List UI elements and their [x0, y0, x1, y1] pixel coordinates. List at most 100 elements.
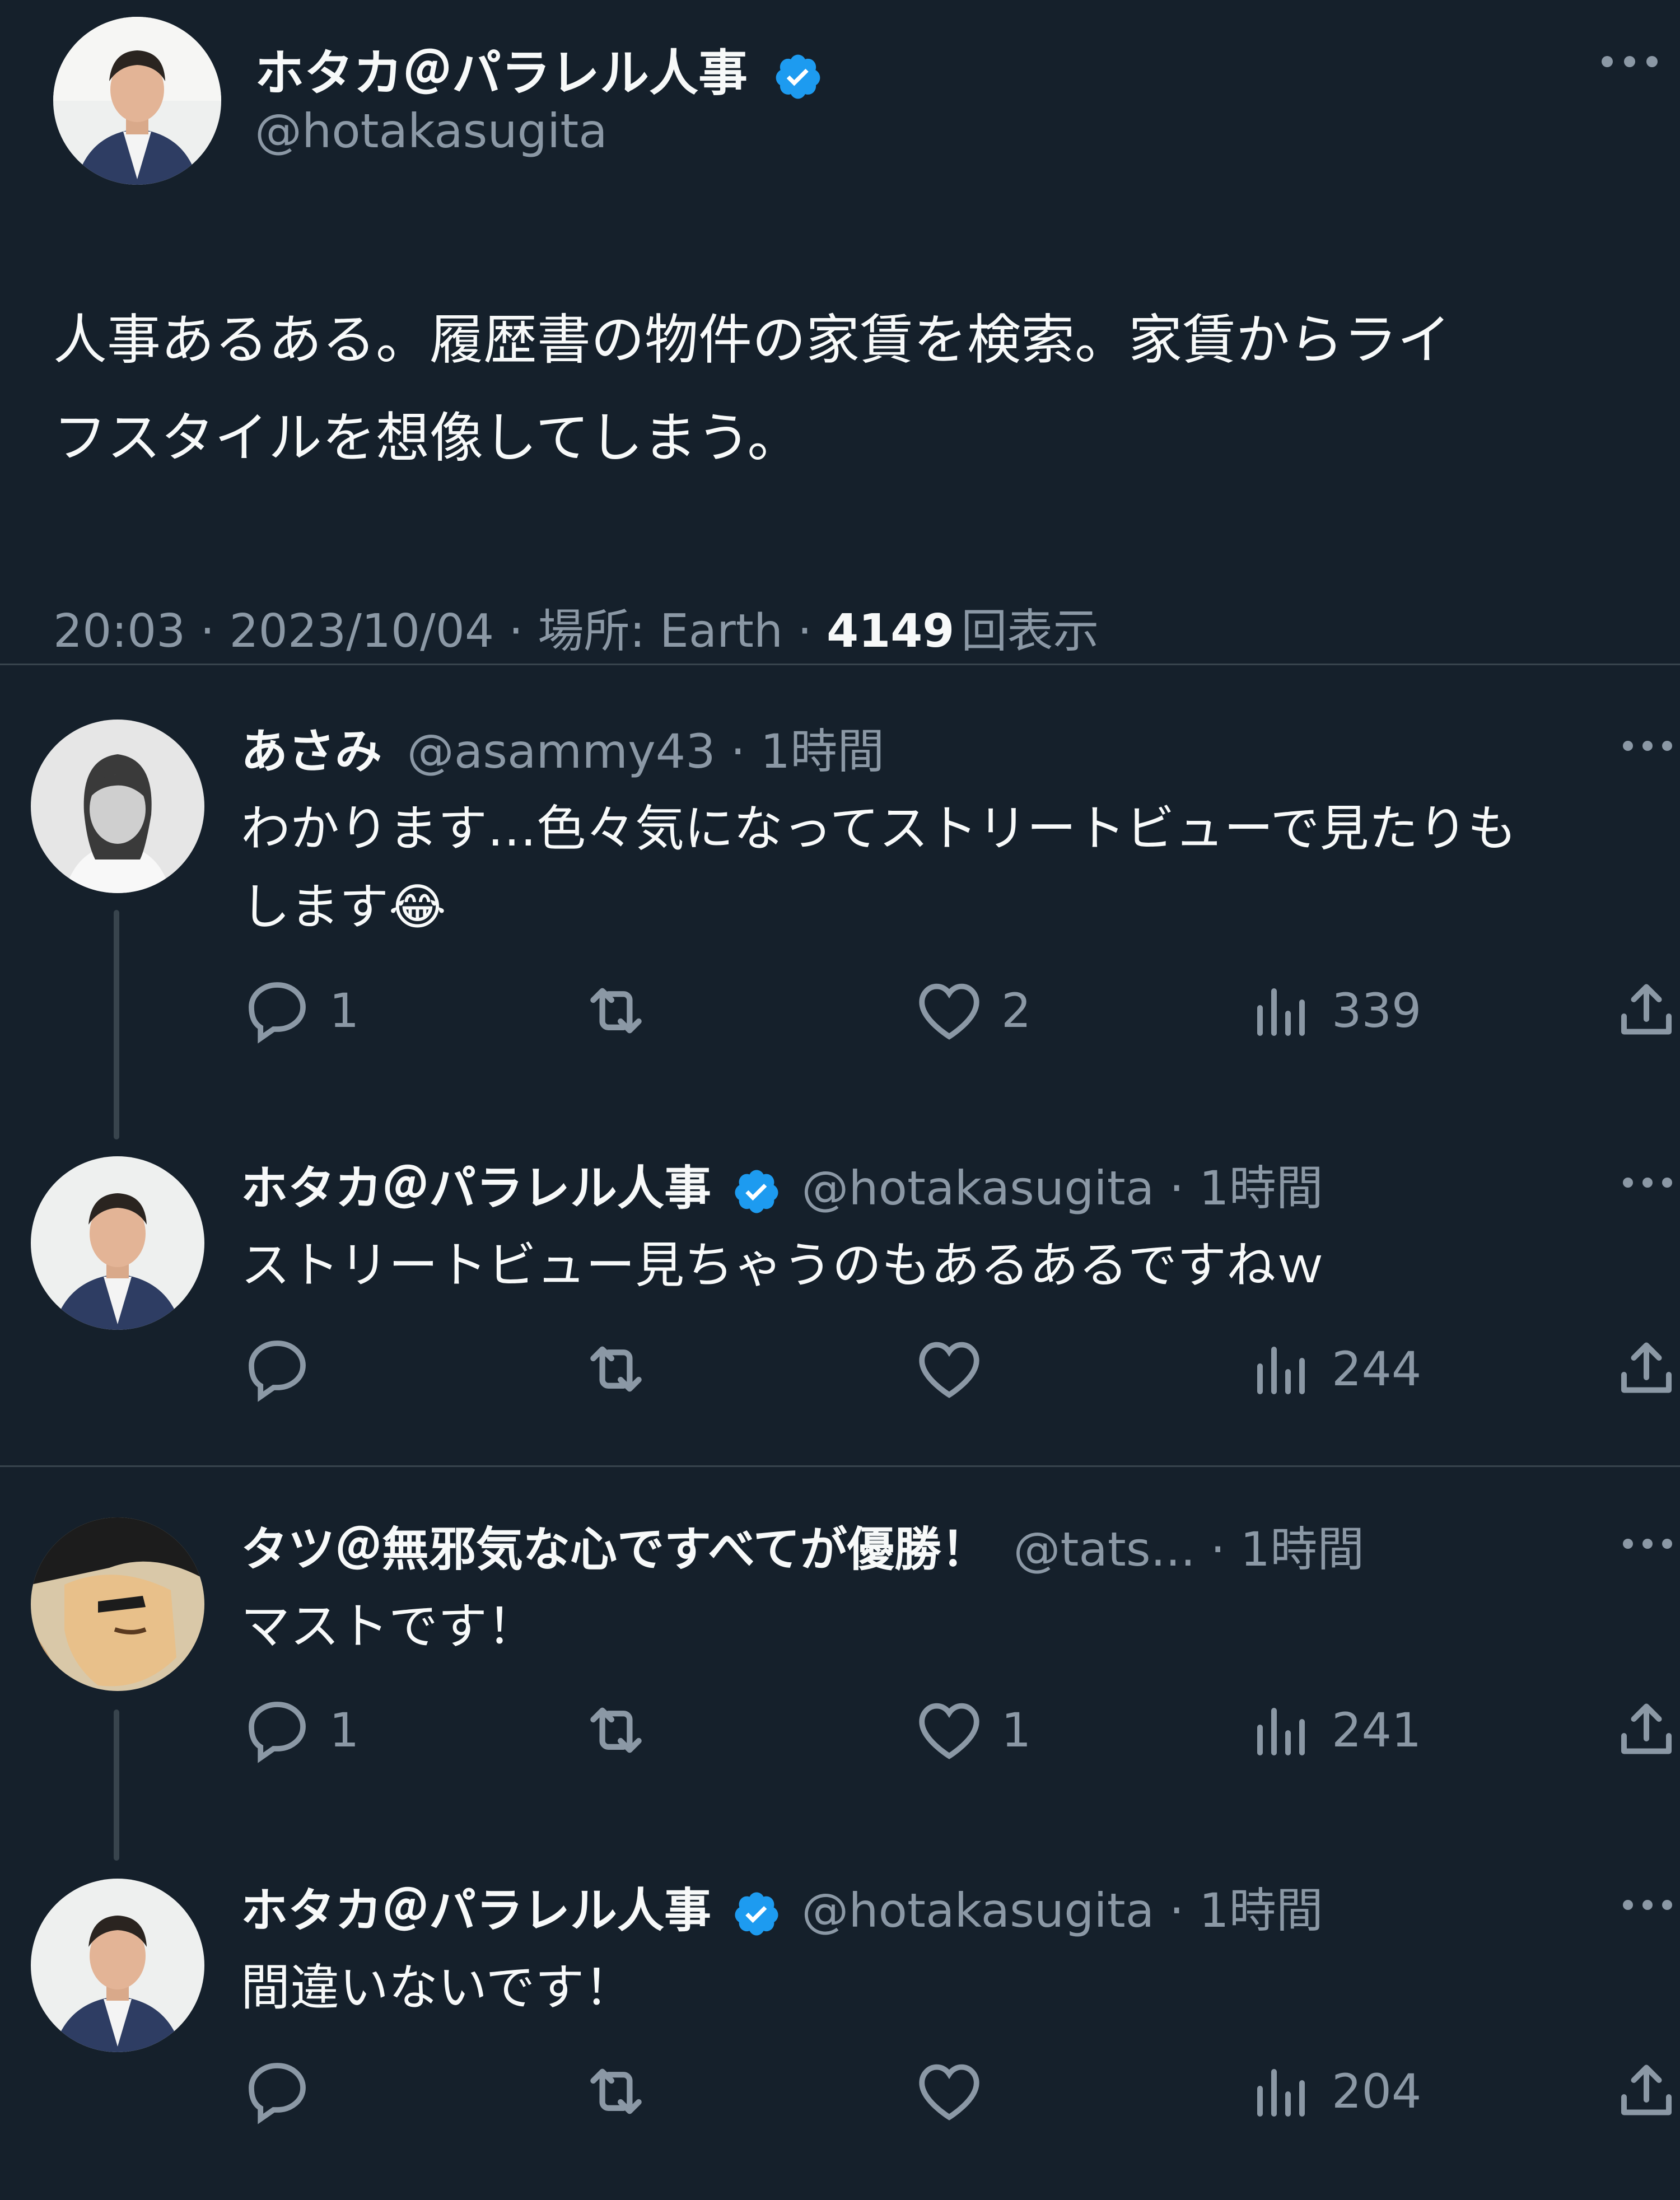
like-button[interactable] — [913, 2055, 986, 2128]
reply-button[interactable] — [241, 2055, 314, 2128]
view-count: 339 — [1332, 983, 1422, 1038]
retweet-button[interactable] — [577, 1694, 655, 1767]
bar-chart-icon — [1257, 1708, 1305, 1755]
tweet-date[interactable]: 2023/10/04 — [230, 605, 494, 658]
like-count: 1 — [1001, 1703, 1032, 1758]
share-button[interactable] — [1613, 1694, 1680, 1767]
like-button[interactable] — [913, 1333, 986, 1405]
retweet-button[interactable] — [577, 1333, 655, 1405]
reply-author-name[interactable]: あさみ — [241, 724, 382, 779]
reply-header: あさみ @asammy43 · 1時間 — [241, 724, 885, 779]
reply-icon — [249, 982, 306, 1044]
thread-line — [114, 910, 119, 1139]
views-button[interactable]: 204 — [1249, 2055, 1421, 2128]
tweet-text: 人事あるある。履歴書の物件の家賃を検索。家賃からライ フスタイルを想像してしまう… — [53, 291, 1451, 487]
author-name[interactable]: ホタカ＠パラレル人事 — [255, 34, 823, 105]
view-count: 204 — [1332, 2064, 1422, 2119]
like-count: 2 — [1001, 983, 1032, 1038]
like-button[interactable]: 1 — [913, 1694, 1031, 1767]
verified-badge-icon — [735, 1892, 778, 1936]
more-options-icon[interactable] — [1599, 53, 1660, 70]
reply-text: わかります…色々気になってストリートビューで見たりも します😂 — [241, 790, 1516, 946]
view-count: 4149 — [827, 605, 955, 658]
reply-text: 間違いないです！ — [241, 1959, 634, 2016]
more-options-icon[interactable] — [1620, 1174, 1676, 1191]
reply-text-line-1: わかります…色々気になってストリートビューで見たりも — [241, 800, 1517, 857]
bar-chart-icon — [1257, 1347, 1305, 1394]
tears-of-joy-emoji-icon: 😂 — [389, 878, 446, 936]
author-name-text: ホタカ＠パラレル人事 — [255, 44, 748, 102]
divider — [0, 664, 1680, 665]
reply-icon — [249, 1340, 306, 1402]
reply-author-handle[interactable]: @hotakasugita — [801, 1883, 1154, 1938]
avatar[interactable] — [31, 720, 204, 893]
views-button[interactable]: 339 — [1249, 974, 1421, 1047]
reply-author-name[interactable]: ホタカ＠パラレル人事 — [241, 1161, 711, 1216]
tweet-location: 場所: Earth — [538, 605, 783, 658]
reply-author-handle[interactable]: @asammy43 — [407, 724, 716, 779]
avatar[interactable] — [31, 1517, 204, 1691]
retweet-icon — [590, 2068, 642, 2114]
reply-button[interactable] — [241, 1333, 314, 1405]
bar-chart-icon — [1257, 2069, 1305, 2117]
reply-author-handle[interactable]: @tats... — [1013, 1522, 1195, 1577]
reply-time[interactable]: 1時間 — [1199, 1161, 1323, 1216]
reply-icon — [249, 1702, 306, 1763]
share-button[interactable] — [1613, 974, 1680, 1047]
tweet-text-line-1: 人事あるある。履歴書の物件の家賃を検索。家賃からライ — [53, 309, 1451, 371]
bar-chart-icon — [1257, 988, 1305, 1036]
reply-header: タツ＠無邪気な心ですべてが優勝！ @tats... · 1時間 — [241, 1522, 1365, 1577]
thread-line — [114, 1709, 119, 1861]
view-count-label: 回表示 — [961, 605, 1099, 658]
reply-button[interactable]: 1 — [241, 1694, 359, 1767]
avatar[interactable] — [53, 17, 221, 185]
author-handle[interactable]: @hotakasugita — [255, 104, 608, 158]
reply-header: ホタカ＠パラレル人事 @hotakasugita · 1時間 — [241, 1883, 1323, 1938]
avatar[interactable] — [31, 1156, 204, 1330]
view-count: 244 — [1332, 1342, 1422, 1396]
reply-author-name[interactable]: ホタカ＠パラレル人事 — [241, 1883, 711, 1938]
more-options-icon[interactable] — [1620, 1897, 1676, 1913]
like-button[interactable]: 2 — [913, 974, 1031, 1047]
reply-button[interactable]: 1 — [241, 974, 359, 1047]
reply-text: ストリートビュー見ちゃうのもあるあるですねｗ — [241, 1236, 1326, 1294]
reply-count: 1 — [329, 1703, 360, 1758]
retweet-icon — [590, 988, 642, 1034]
heart-icon — [919, 983, 979, 1040]
views-button[interactable]: 241 — [1249, 1694, 1421, 1767]
reply-text: マストです！ — [241, 1598, 537, 1655]
reply-author-handle[interactable]: @hotakasugita — [801, 1161, 1154, 1216]
reply-header: ホタカ＠パラレル人事 @hotakasugita · 1時間 — [241, 1161, 1323, 1216]
retweet-icon — [590, 1707, 642, 1753]
verified-badge-icon — [735, 1170, 778, 1213]
reply-count: 1 — [329, 983, 360, 1038]
more-options-icon[interactable] — [1620, 737, 1676, 754]
view-count: 241 — [1332, 1703, 1422, 1758]
share-button[interactable] — [1613, 1333, 1680, 1405]
verified-badge-icon — [776, 54, 820, 99]
tweet-text-line-2: フスタイルを想像してしまう。 — [53, 407, 801, 469]
tweet-time[interactable]: 20:03 — [53, 605, 185, 658]
share-icon — [1621, 2064, 1672, 2115]
retweet-button[interactable] — [577, 2055, 655, 2128]
reply-author-name[interactable]: タツ＠無邪気な心ですべてが優勝！ — [241, 1522, 988, 1577]
views-button[interactable]: 244 — [1249, 1333, 1421, 1405]
heart-icon — [919, 1703, 979, 1759]
more-options-icon[interactable] — [1620, 1535, 1676, 1552]
retweet-button[interactable] — [577, 974, 655, 1047]
share-icon — [1621, 1342, 1672, 1393]
reply-time[interactable]: 1時間 — [1199, 1883, 1323, 1938]
tweet-meta: 20:03 · 2023/10/04 · 場所: Earth · 4149 回表示 — [53, 605, 1099, 658]
share-icon — [1621, 984, 1672, 1035]
share-icon — [1621, 1703, 1672, 1754]
share-button[interactable] — [1613, 2055, 1680, 2128]
reply-time[interactable]: 1時間 — [760, 724, 884, 779]
reply-text-line-2: します😂 — [241, 878, 446, 936]
avatar[interactable] — [31, 1879, 204, 2052]
reply-icon — [249, 2063, 306, 2124]
divider — [0, 1465, 1680, 1467]
retweet-icon — [590, 1346, 642, 1392]
reply-time[interactable]: 1時間 — [1240, 1522, 1364, 1577]
heart-icon — [919, 1342, 979, 1398]
heart-icon — [919, 2064, 979, 2120]
